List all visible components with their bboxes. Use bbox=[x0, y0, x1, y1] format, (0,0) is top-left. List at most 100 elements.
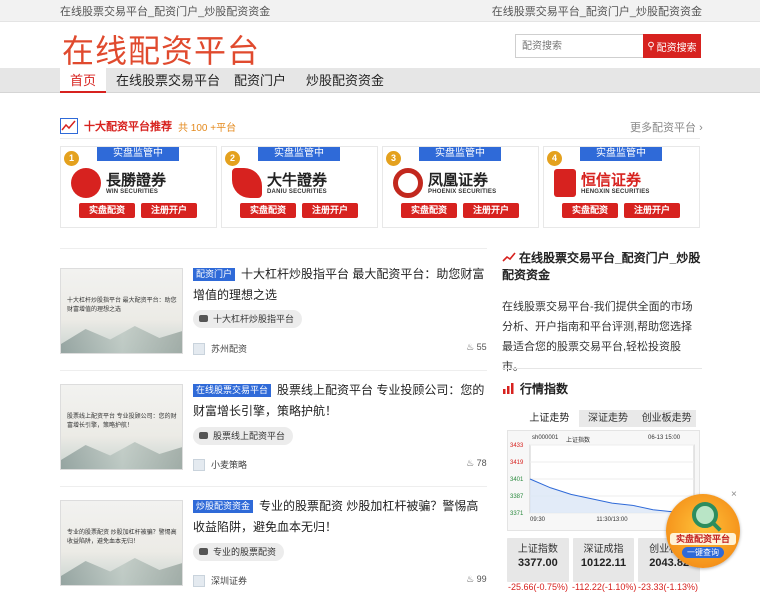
tab-chinext[interactable]: 创业板走势 bbox=[637, 410, 696, 427]
index-tile-shanghai[interactable]: 上证指数 3377.00 bbox=[507, 538, 569, 582]
article-category[interactable]: 在线股票交易平台 bbox=[193, 384, 272, 397]
article-body: 炒股配资资金 专业的股票配资 炒股加杠杆被骗？警惕高收益陷阱，避免血本无归！ bbox=[193, 496, 487, 538]
tag-icon bbox=[199, 432, 208, 439]
index-value: 3377.00 bbox=[517, 557, 558, 569]
thumbnail-text: 专业的股票配资 炒股加杠杆被骗？警惕高收益陷阱，避免血本无归！ bbox=[67, 530, 177, 545]
article-tag[interactable]: 十大杠杆炒股指平台 bbox=[193, 310, 303, 328]
author-avatar-icon bbox=[193, 574, 205, 587]
tag-label: 专业的股票配资 bbox=[213, 547, 277, 557]
platform-card[interactable]: 1 实盘监管中 長勝證券 WIN SECURITIES 实盘配资 注册开户 bbox=[60, 146, 217, 228]
search-icon: ⚲ bbox=[647, 40, 655, 52]
platform-name-en: PHOENIX SECURITIES bbox=[428, 188, 497, 195]
search-button[interactable]: ⚲ 配资搜索 bbox=[643, 34, 701, 58]
tab-shenzhen[interactable]: 深证走势 bbox=[579, 410, 638, 427]
article-category[interactable]: 炒股配资资金 bbox=[193, 500, 254, 513]
platform-logo-icon bbox=[71, 168, 101, 198]
y-tick-label: 3401 bbox=[510, 477, 524, 483]
index-tile-shenzhen[interactable]: 深证成指 10122.11 bbox=[572, 538, 635, 582]
search-input[interactable] bbox=[515, 34, 643, 58]
view-count-value: 55 bbox=[476, 342, 487, 352]
sidebar-title-text: 在线股票交易平台_配资门户_炒股配资资金 bbox=[502, 251, 701, 282]
landscape-decoration bbox=[61, 442, 182, 469]
regulated-badge: 实盘监管中 bbox=[419, 147, 501, 161]
chart-trend-icon bbox=[502, 252, 516, 262]
flame-icon: ♨ bbox=[466, 342, 475, 352]
author-avatar-icon bbox=[193, 458, 205, 471]
article-thumbnail[interactable]: 十大杠杆炒股指平台 最大配资平台：助您财富增值的理想之选 bbox=[60, 268, 183, 354]
real-funding-button[interactable]: 实盘配资 bbox=[562, 203, 618, 218]
top-bar: 在线股票交易平台_配资门户_炒股配资资金 在线股票交易平台_配资门户_炒股配资资… bbox=[0, 0, 760, 22]
main-nav: 首页 在线股票交易平台 配资门户 炒股配资资金 bbox=[0, 68, 760, 93]
article-tag[interactable]: 股票线上配资平台 bbox=[193, 427, 294, 445]
close-icon[interactable]: × bbox=[731, 489, 737, 500]
nav-item-stock-platform[interactable]: 在线股票交易平台 bbox=[116, 68, 220, 93]
thumbnail-text: 股票线上配资平台 专业投顾公司：您的财富增长引擎，策略护航！ bbox=[67, 414, 177, 429]
article-thumbnail[interactable]: 股票线上配资平台 专业投顾公司：您的财富增长引擎，策略护航！ bbox=[60, 384, 183, 470]
article-category[interactable]: 配资门户 bbox=[193, 268, 236, 281]
article-body: 配资门户 十大杠杆炒股指平台 最大配资平台：助您财富增值的理想之选 bbox=[193, 264, 487, 306]
market-header: 行情指数 bbox=[502, 380, 568, 397]
article-title[interactable]: 配资门户 十大杠杆炒股指平台 最大配资平台：助您财富增值的理想之选 bbox=[193, 264, 487, 306]
real-funding-button[interactable]: 实盘配资 bbox=[401, 203, 457, 218]
widget-title: 实盘配资平台 bbox=[670, 533, 736, 545]
article-item[interactable]: 十大杠杆炒股指平台 最大配资平台：助您财富增值的理想之选 配资门户 十大杠杆炒股指… bbox=[60, 267, 487, 368]
search-button-label: 配资搜索 bbox=[656, 42, 697, 54]
market-tabs: 上证走势 深证走势 创业板走势 bbox=[520, 410, 696, 427]
register-button[interactable]: 注册开户 bbox=[624, 203, 680, 218]
landscape-decoration bbox=[61, 558, 182, 585]
view-count: ♨ 78 bbox=[466, 458, 487, 469]
rank-badge: 4 bbox=[547, 151, 562, 166]
platform-card[interactable]: 4 实盘监管中 恒信证券 HENGXIN SECURITIES 实盘配资 注册开户 bbox=[543, 146, 700, 228]
index-name: 上证指数 bbox=[517, 544, 558, 555]
view-count-value: 78 bbox=[476, 458, 487, 468]
top-bar-right-text[interactable]: 在线股票交易平台_配资门户_炒股配资资金 bbox=[492, 3, 702, 19]
platform-brand: 長勝證券 WIN SECURITIES bbox=[71, 166, 211, 200]
more-platforms-label: 更多配资平台 bbox=[630, 122, 696, 134]
regulated-badge: 实盘监管中 bbox=[97, 147, 179, 161]
article-body: 在线股票交易平台 股票线上配资平台 专业投顾公司：您的财富增长引擎，策略护航！ bbox=[193, 380, 487, 422]
y-tick-label: 3419 bbox=[510, 460, 524, 466]
nav-item-funding[interactable]: 炒股配资资金 bbox=[306, 68, 384, 93]
author-avatar-icon bbox=[193, 342, 205, 355]
more-platforms-link[interactable]: 更多配资平台 › bbox=[630, 119, 703, 135]
article-author[interactable]: 苏州配资 bbox=[193, 342, 247, 355]
real-funding-button[interactable]: 实盘配资 bbox=[79, 203, 135, 218]
tag-label: 股票线上配资平台 bbox=[213, 431, 286, 441]
article-title[interactable]: 炒股配资资金 专业的股票配资 炒股加杠杆被骗？警惕高收益陷阱，避免血本无归！ bbox=[193, 496, 487, 538]
quick-query-widget[interactable]: 实盘配资平台 一键查询 bbox=[666, 494, 740, 568]
register-button[interactable]: 注册开户 bbox=[141, 203, 197, 218]
article-item[interactable]: 股票线上配资平台 专业投顾公司：您的财富增长引擎，策略护航！ 在线股票交易平台股… bbox=[60, 383, 487, 484]
register-button[interactable]: 注册开户 bbox=[302, 203, 358, 218]
index-change: -23.33(-1.13%) bbox=[637, 582, 699, 592]
article-item[interactable]: 专业的股票配资 炒股加杠杆被骗？警惕高收益陷阱，避免血本无归！ 炒股配资资金 专业… bbox=[60, 499, 487, 600]
article-thumbnail[interactable]: 专业的股票配资 炒股加杠杆被骗？警惕高收益陷阱，避免血本无归！ bbox=[60, 500, 183, 586]
y-tick-label: 3433 bbox=[510, 443, 524, 449]
article-title[interactable]: 在线股票交易平台 股票线上配资平台 专业投顾公司：您的财富增长引擎，策略护航！ bbox=[193, 380, 487, 422]
recommend-header: 十大配资平台推荐 共 100 +平台 bbox=[60, 118, 236, 134]
recommend-title: 十大配资平台推荐 bbox=[84, 121, 172, 133]
widget-subtitle: 一键查询 bbox=[682, 547, 724, 558]
recommend-count: 共 100 +平台 bbox=[178, 122, 237, 134]
platform-card[interactable]: 3 实盘监管中 凤凰证券 PHOENIX SECURITIES 实盘配资 注册开户 bbox=[382, 146, 539, 228]
article-author[interactable]: 小麦策略 bbox=[193, 458, 247, 471]
section-divider bbox=[60, 370, 487, 371]
flame-icon: ♨ bbox=[466, 574, 475, 584]
nav-item-home[interactable]: 首页 bbox=[60, 68, 106, 93]
article-tag[interactable]: 专业的股票配资 bbox=[193, 543, 285, 561]
market-title: 行情指数 bbox=[520, 382, 569, 396]
platform-card[interactable]: 2 实盘监管中 大牛證券 DANIU SECURITIES 实盘配资 注册开户 bbox=[221, 146, 378, 228]
real-funding-button[interactable]: 实盘配资 bbox=[240, 203, 296, 218]
divider bbox=[60, 138, 700, 139]
index-change: -112.22(-1.10%) bbox=[572, 582, 637, 592]
site-logo[interactable]: 在线配资平台 bbox=[62, 26, 260, 72]
platform-name-cn: 大牛證券 bbox=[267, 171, 328, 189]
tag-label: 十大杠杆炒股指平台 bbox=[213, 314, 295, 324]
article-author[interactable]: 深圳证券 bbox=[193, 574, 247, 587]
nav-item-portal[interactable]: 配资门户 bbox=[234, 68, 286, 93]
search-box: ⚲ 配资搜索 bbox=[515, 34, 701, 58]
rank-badge: 1 bbox=[64, 151, 79, 166]
tab-shanghai[interactable]: 上证走势 bbox=[520, 410, 579, 427]
section-divider bbox=[60, 486, 487, 487]
register-button[interactable]: 注册开户 bbox=[463, 203, 519, 218]
author-name: 小麦策略 bbox=[211, 460, 248, 470]
